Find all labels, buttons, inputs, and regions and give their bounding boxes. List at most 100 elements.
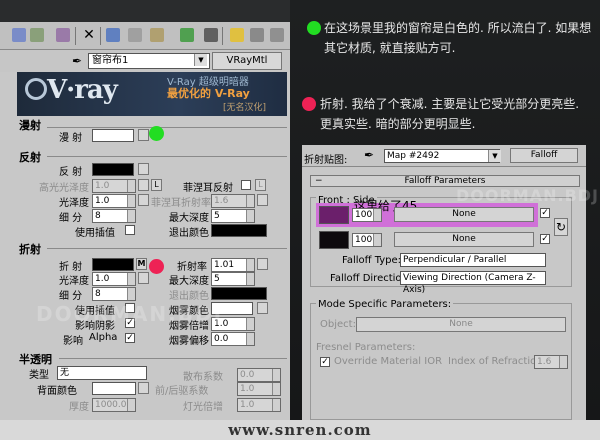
light-mult-label: 灯光倍增: [183, 402, 223, 413]
refr-max-depth-spinner[interactable]: 5: [211, 272, 255, 286]
reflection-color-swatch[interactable]: [92, 163, 134, 176]
scatter-label: 散布系数: [183, 372, 223, 383]
refr-gloss-label: 光泽度: [59, 276, 89, 287]
put-to-library-icon[interactable]: [128, 28, 142, 42]
fresnel-lock-button[interactable]: L: [255, 179, 266, 191]
navigator-icon[interactable]: [270, 28, 284, 42]
falloff-type-select[interactable]: Perpendicular / Parallel: [400, 253, 546, 267]
watermark-left: DOORMAN.BDJ: [36, 302, 224, 326]
delete-icon[interactable]: ✕: [82, 28, 96, 42]
ior-label: 折射率: [177, 262, 207, 273]
show-end-result-icon[interactable]: [204, 28, 218, 42]
max-depth-spinner[interactable]: 5: [211, 209, 255, 223]
viewport-strip: [0, 0, 290, 22]
fwd-back-spinner[interactable]: 1.0: [237, 382, 281, 396]
refraction-color-swatch[interactable]: [92, 258, 134, 271]
side-color-swatch[interactable]: [319, 231, 349, 249]
front-color-swatch[interactable]: [319, 206, 349, 224]
side-map-button[interactable]: None: [394, 232, 534, 247]
light-mult-spinner[interactable]: 1.0: [237, 398, 281, 412]
refr-subdivs-label: 细 分: [59, 291, 83, 302]
show-map-icon[interactable]: [180, 28, 194, 42]
back-color-label: 背面颜色: [37, 386, 77, 397]
diffuse-header: 漫射: [19, 119, 41, 132]
refr-gloss-spinner[interactable]: 1.0: [92, 272, 136, 286]
translucency-section: 半透明 类型 无 散布系数 0.0 背面颜色 前/后驱系数 1.0 厚度 100…: [17, 348, 287, 420]
subdivs-label: 细 分: [59, 213, 83, 224]
refraction-map-button[interactable]: M: [136, 258, 147, 270]
watermark-right: DOORMAN.BDJ: [456, 186, 600, 205]
ior-map-button[interactable]: [257, 258, 268, 270]
mode-specific-label: Mode Specific Parameters:: [316, 299, 454, 310]
exit-color-swatch[interactable]: [211, 224, 267, 237]
red-note: 折射. 我给了个衰减. 主要是让它受光部分更亮些. 更真实些. 暗的部分更明显些…: [320, 97, 580, 131]
toolbar-separator: [75, 27, 76, 45]
get-material-icon[interactable]: [12, 28, 26, 42]
affect-alpha-checkbox[interactable]: ✓: [125, 333, 135, 343]
fresnel-ior-map-button[interactable]: [257, 194, 268, 206]
go-to-parent-icon[interactable]: [230, 28, 244, 42]
highlight-gloss-map-button[interactable]: [138, 179, 149, 191]
gloss-map-button[interactable]: [138, 194, 149, 206]
chevron-down-icon[interactable]: ▼: [488, 150, 501, 162]
subdivs-spinner[interactable]: 8: [92, 209, 136, 223]
refr-max-depth-label: 最大深度: [169, 276, 209, 287]
fresnel-checkbox[interactable]: [241, 180, 251, 190]
diffuse-color-swatch[interactable]: [92, 129, 134, 142]
go-forward-icon[interactable]: [250, 28, 264, 42]
gloss-spinner[interactable]: 1.0: [92, 194, 136, 208]
trans-type-select[interactable]: 无: [57, 366, 147, 380]
assign-material-icon[interactable]: [56, 28, 70, 42]
translucency-header: 半透明: [19, 353, 52, 366]
material-name-row: ✒ 窗帘布1 ▼ VRayMtl: [0, 50, 290, 72]
refr-exit-color-swatch[interactable]: [211, 287, 267, 300]
side-map-checkbox[interactable]: ✓: [540, 234, 550, 244]
swap-colors-icon[interactable]: ↻: [554, 218, 568, 236]
fog-color-map-button[interactable]: [257, 302, 268, 314]
material-name-field[interactable]: 窗帘布1: [88, 53, 210, 69]
back-color-swatch[interactable]: [92, 382, 136, 395]
toolbar-separator: [100, 27, 101, 45]
ior-spinner[interactable]: 1.01: [211, 258, 255, 272]
highlight-gloss-spinner[interactable]: 1.0: [92, 179, 136, 193]
footer-url[interactable]: www.snren.com: [0, 420, 600, 440]
reflection-header: 反射: [19, 151, 41, 164]
scatter-spinner[interactable]: 0.0: [237, 368, 281, 382]
front-map-button[interactable]: None: [394, 207, 534, 222]
material-id-icon[interactable]: [150, 28, 164, 42]
eyedropper-icon[interactable]: ✒: [72, 54, 82, 68]
section-line: [47, 127, 287, 128]
front-amount-spinner[interactable]: 100.0: [352, 208, 382, 222]
falloff-direction-select[interactable]: Viewing Direction (Camera Z-Axis): [400, 271, 546, 295]
eyedropper-icon[interactable]: ✒: [364, 148, 374, 162]
override-ior-checkbox[interactable]: ✓: [320, 357, 330, 367]
reflection-label: 反 射: [59, 167, 83, 178]
side-amount-spinner[interactable]: 100.0: [352, 233, 382, 247]
refr-subdivs-spinner[interactable]: 8: [92, 287, 136, 301]
lock-button[interactable]: L: [151, 179, 162, 191]
back-color-map-button[interactable]: [138, 382, 149, 394]
rollout-minus-icon: −: [315, 176, 323, 186]
chevron-down-icon[interactable]: ▼: [194, 54, 207, 66]
use-interp-checkbox[interactable]: [125, 225, 135, 235]
object-pick-button[interactable]: None: [356, 317, 566, 332]
red-marker-dot: [149, 259, 164, 274]
fog-bias-spinner[interactable]: 0.0: [211, 332, 255, 346]
put-to-scene-icon[interactable]: [30, 28, 44, 42]
falloff-map-name[interactable]: Map #2492: [384, 149, 500, 163]
diffuse-map-button[interactable]: [138, 129, 149, 141]
section-line: [59, 358, 287, 359]
material-type-button[interactable]: VRayMtl: [212, 52, 282, 70]
thickness-spinner[interactable]: 1000.0: [92, 398, 136, 412]
refr-gloss-map-button[interactable]: [138, 272, 149, 284]
index-of-refraction-spinner[interactable]: 1.6: [534, 355, 568, 369]
fresnel-ior-spinner[interactable]: 1.6: [211, 194, 255, 208]
index-of-refraction-label: Index of Refraction: [448, 356, 543, 367]
vray-banner: V·ray V-Ray 超级明暗器 最优化的 V-Ray [无名汉化]: [17, 72, 287, 116]
front-map-checkbox[interactable]: ✓: [540, 208, 550, 218]
make-unique-icon[interactable]: [106, 28, 120, 42]
refraction-map-label: 折射贴图:: [304, 155, 348, 166]
falloff-type-button[interactable]: Falloff: [510, 148, 578, 163]
reflection-map-button[interactable]: [138, 163, 149, 175]
toolbar-separator: [222, 27, 223, 45]
